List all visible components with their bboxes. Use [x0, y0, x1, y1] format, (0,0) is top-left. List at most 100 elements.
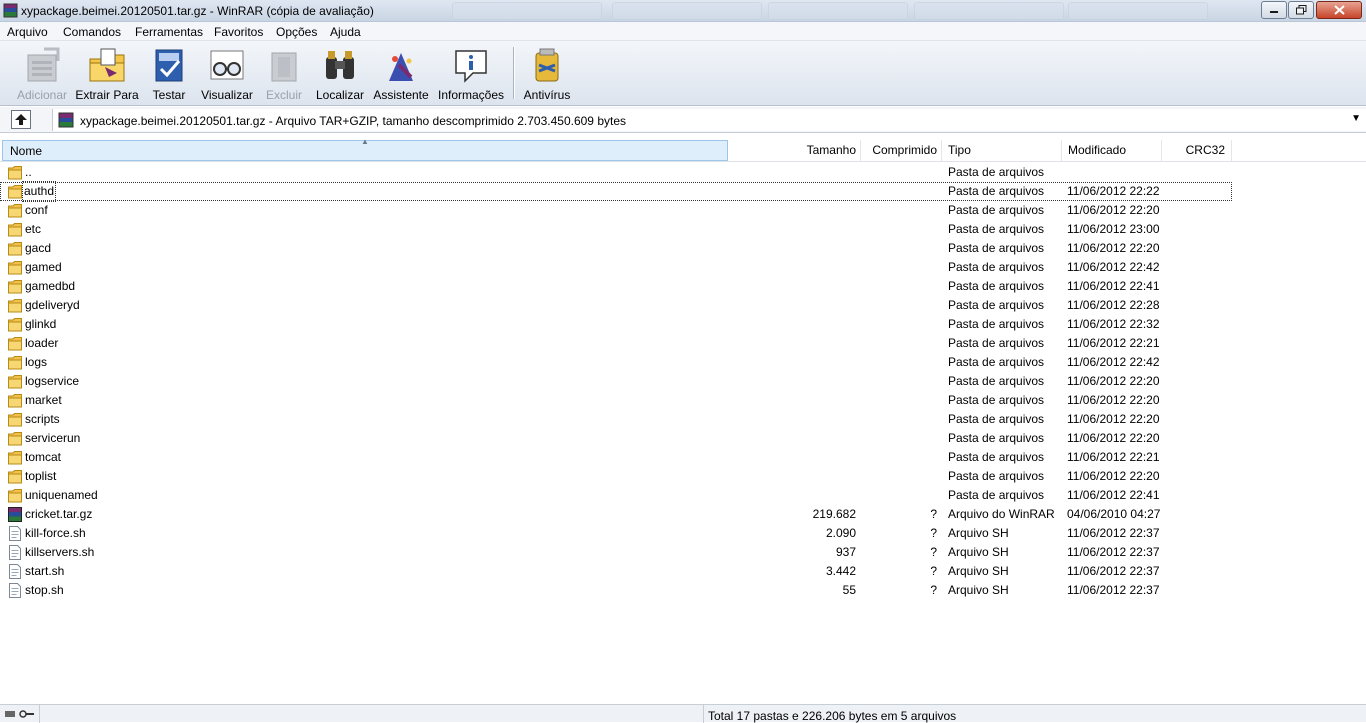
menu-favoritos[interactable]: Favoritos — [214, 25, 263, 39]
info-button[interactable]: Informações — [435, 45, 507, 103]
file-row[interactable]: .. Pasta de arquivos — [0, 163, 1366, 182]
file-row[interactable]: stop.sh 55? Arquivo SH 11/06/2012 22:37 — [0, 581, 1366, 600]
close-button[interactable] — [1316, 1, 1362, 19]
file-row[interactable]: gamedbd Pasta de arquivos 11/06/2012 22:41 — [0, 277, 1366, 296]
file-size: 937 — [835, 545, 856, 559]
file-row[interactable]: scripts Pasta de arquivos 11/06/2012 22:20 — [0, 410, 1366, 429]
view-button[interactable]: Visualizar — [199, 45, 255, 103]
file-row[interactable]: market Pasta de arquivos 11/06/2012 22:20 — [0, 391, 1366, 410]
file-type: Pasta de arquivos — [948, 355, 1045, 369]
add-label: Adicionar — [16, 88, 68, 102]
file-modified: 11/06/2012 22:32 — [1067, 317, 1160, 331]
up-arrow-icon — [15, 114, 27, 125]
chevron-down-icon[interactable]: ▼ — [1351, 113, 1361, 124]
file-name: scripts — [25, 412, 60, 426]
file-name: gacd — [25, 241, 52, 255]
column-header-size[interactable]: Tamanho — [728, 140, 861, 161]
file-type: Arquivo SH — [948, 564, 1009, 578]
extract-label: Extrair Para — [75, 88, 139, 102]
archive-icon — [58, 112, 74, 128]
file-row[interactable]: authd Pasta de arquivos 11/06/2012 22:22 — [0, 181, 1232, 202]
file-modified: 11/06/2012 22:20 — [1067, 241, 1160, 255]
file-packed: ? — [930, 507, 937, 521]
file-size: 219.682 — [812, 507, 856, 521]
background-window-tab — [914, 2, 1064, 20]
menu-ferramentas[interactable]: Ferramentas — [135, 25, 203, 39]
delete-icon — [271, 52, 297, 82]
file-type: Pasta de arquivos — [948, 469, 1045, 483]
file-row[interactable]: toplist Pasta de arquivos 11/06/2012 22:20 — [0, 467, 1366, 486]
delete-button[interactable]: Excluir — [260, 45, 308, 103]
file-row[interactable]: logs Pasta de arquivos 11/06/2012 22:42 — [0, 353, 1366, 372]
restore-button[interactable] — [1288, 1, 1314, 19]
minimize-button[interactable] — [1261, 1, 1287, 19]
file-row[interactable]: conf Pasta de arquivos 11/06/2012 22:20 — [0, 201, 1366, 220]
column-header-crc[interactable]: CRC32 — [1162, 140, 1232, 161]
file-row[interactable]: start.sh 3.442? Arquivo SH 11/06/2012 22:37 — [0, 562, 1366, 581]
file-row[interactable]: uniquenamed Pasta de arquivos 11/06/2012 2… — [0, 486, 1366, 505]
menu-ajuda[interactable]: Ajuda — [330, 25, 361, 39]
minimize-icon — [1270, 11, 1278, 13]
file-type: Arquivo SH — [948, 526, 1009, 540]
test-button[interactable]: Testar — [144, 45, 194, 103]
column-header-packed[interactable]: Comprimido — [861, 140, 942, 161]
file-row[interactable]: gacd Pasta de arquivos 11/06/2012 22:20 — [0, 239, 1366, 258]
file-row[interactable]: kill-force.sh 2.090? Arquivo SH 11/06/2012 … — [0, 524, 1366, 543]
file-modified: 11/06/2012 22:20 — [1067, 412, 1160, 426]
file-modified: 11/06/2012 22:37 — [1067, 545, 1160, 559]
find-label: Localizar — [315, 88, 365, 102]
file-row[interactable]: loader Pasta de arquivos 11/06/2012 22:21 — [0, 334, 1366, 353]
file-modified: 11/06/2012 22:37 — [1067, 526, 1160, 540]
file-type: Pasta de arquivos — [948, 374, 1045, 388]
file-size: 2.090 — [825, 526, 856, 540]
file-name: loader — [25, 336, 59, 350]
status-icons — [0, 705, 40, 723]
file-modified: 11/06/2012 22:20 — [1067, 374, 1160, 388]
file-row[interactable]: tomcat Pasta de arquivos 11/06/2012 22:21 — [0, 448, 1366, 467]
file-name: uniquenamed — [25, 488, 98, 502]
file-name: start.sh — [25, 564, 65, 578]
file-type: Pasta de arquivos — [948, 450, 1045, 464]
file-row[interactable]: cricket.tar.gz 219.682? Arquivo do WinRAR 0… — [0, 505, 1366, 524]
winrar-app-icon — [3, 3, 18, 18]
view-glasses-icon — [210, 50, 244, 80]
file-type: Arquivo SH — [948, 545, 1009, 559]
file-size: 3.442 — [825, 564, 856, 578]
file-modified: 11/06/2012 23:00 — [1067, 222, 1160, 236]
file-name: stop.sh — [25, 583, 64, 597]
restore-icon — [1295, 5, 1306, 15]
wizard-button[interactable]: Assistente — [372, 45, 430, 103]
file-type: Pasta de arquivos — [948, 412, 1045, 426]
file-row[interactable]: gdeliveryd Pasta de arquivos 11/06/2012 22… — [0, 296, 1366, 315]
menu-opcoes[interactable]: Opções — [276, 25, 317, 39]
file-name: glinkd — [25, 317, 57, 331]
file-modified: 11/06/2012 22:20 — [1067, 393, 1160, 407]
file-row[interactable]: gamed Pasta de arquivos 11/06/2012 22:42 — [0, 258, 1366, 277]
file-row[interactable]: glinkd Pasta de arquivos 11/06/2012 22:32 — [0, 315, 1366, 334]
column-header-type[interactable]: Tipo — [942, 140, 1062, 161]
menu-comandos[interactable]: Comandos — [63, 25, 121, 39]
test-label: Testar — [152, 88, 186, 102]
file-packed: ? — [930, 526, 937, 540]
file-row[interactable]: servicerun Pasta de arquivos 11/06/2012 22… — [0, 429, 1366, 448]
file-name: gamed — [25, 260, 62, 274]
add-button[interactable]: Adicionar — [12, 45, 72, 103]
extract-button[interactable]: Extrair Para — [75, 45, 139, 103]
extract-folder-icon — [89, 48, 125, 82]
path-text: xypackage.beimei.20120501.tar.gz - Arqui… — [80, 114, 626, 128]
path-dropdown[interactable]: xypackage.beimei.20120501.tar.gz - Arqui… — [52, 109, 1366, 131]
file-list: .. Pasta de arquivos authd Pasta de arquivo… — [0, 163, 1366, 600]
delete-label: Excluir — [265, 88, 302, 102]
close-icon — [1333, 5, 1345, 15]
column-header-modified[interactable]: Modificado — [1062, 140, 1162, 161]
find-button[interactable]: Localizar — [313, 45, 367, 103]
file-modified: 11/06/2012 22:42 — [1067, 260, 1160, 274]
add-archive-icon — [27, 47, 60, 82]
antivirus-button[interactable]: Antivírus — [519, 45, 575, 103]
file-row[interactable]: logservice Pasta de arquivos 11/06/2012 22… — [0, 372, 1366, 391]
up-folder-button[interactable] — [11, 110, 31, 129]
menu-arquivo[interactable]: Arquivo — [7, 25, 48, 39]
file-row[interactable]: etc Pasta de arquivos 11/06/2012 23:00 — [0, 220, 1366, 239]
wizard-label: Assistente — [373, 88, 429, 102]
file-row[interactable]: killservers.sh 937? Arquivo SH 11/06/2012 2… — [0, 543, 1366, 562]
